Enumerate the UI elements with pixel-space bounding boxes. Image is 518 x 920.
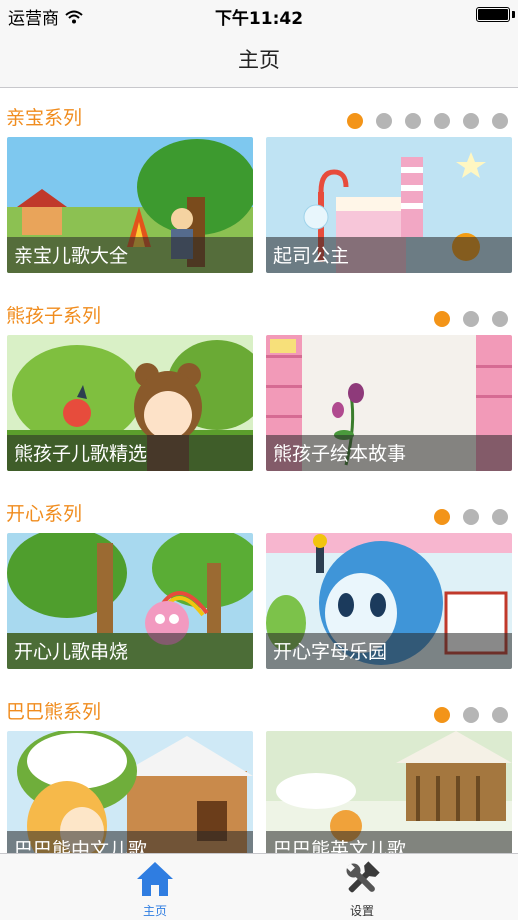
- section-title: 开心系列: [6, 503, 83, 525]
- album-title: 巴巴熊英文儿歌: [273, 839, 407, 853]
- album-card-xionghaizi-songs[interactable]: 熊孩子儿歌精选: [7, 335, 253, 471]
- page-dot[interactable]: [376, 113, 392, 129]
- page-dot[interactable]: [492, 509, 508, 525]
- status-time: 下午11:42: [214, 9, 304, 29]
- album-card-cheese-princess[interactable]: 起司公主: [266, 137, 512, 273]
- page-indicator[interactable]: [347, 113, 508, 129]
- navigation-bar: 主页: [0, 28, 518, 88]
- album-card-babaxiong-chinese[interactable]: 巴巴熊中文儿歌: [7, 731, 253, 853]
- section-qinbao: 亲宝系列 亲宝儿歌大全 起司公主: [0, 89, 518, 287]
- album-title: 熊孩子绘本故事: [273, 443, 407, 465]
- status-bar: 运营商 下午11:42: [0, 0, 518, 29]
- tab-home[interactable]: 主页: [95, 860, 215, 918]
- page-title: 主页: [238, 48, 280, 72]
- page-indicator[interactable]: [434, 707, 508, 723]
- page-dot[interactable]: [463, 707, 479, 723]
- album-card-kaixin-alphabet[interactable]: 开心字母乐园: [266, 533, 512, 669]
- section-babaxiong: 巴巴熊系列 巴巴熊中文儿歌 巴巴熊英文儿歌: [0, 683, 518, 853]
- tab-settings[interactable]: 设置: [302, 860, 422, 918]
- page-dot[interactable]: [463, 509, 479, 525]
- page-dot[interactable]: [463, 311, 479, 327]
- tab-label: 设置: [349, 904, 374, 918]
- album-title: 起司公主: [273, 245, 350, 267]
- section-title: 亲宝系列: [6, 107, 83, 129]
- section-title: 巴巴熊系列: [6, 701, 102, 723]
- home-content[interactable]: 亲宝系列 亲宝儿歌大全 起司公主 熊孩子系列 熊孩子儿歌精选 熊孩子绘本故事 开…: [0, 89, 518, 853]
- home-icon: [137, 862, 173, 896]
- album-title: 熊孩子儿歌精选: [14, 443, 148, 465]
- album-title: 开心字母乐园: [273, 641, 388, 663]
- tools-icon: [346, 861, 380, 893]
- page-indicator[interactable]: [434, 509, 508, 525]
- section-title: 熊孩子系列: [6, 305, 102, 327]
- page-dot[interactable]: [434, 113, 450, 129]
- page-indicator[interactable]: [434, 311, 508, 327]
- album-title: 开心儿歌串烧: [14, 641, 129, 663]
- page-dot[interactable]: [405, 113, 421, 129]
- page-dot[interactable]: [463, 113, 479, 129]
- tab-bar: 主页 设置: [0, 853, 518, 920]
- page-dot[interactable]: [434, 509, 450, 525]
- album-card-qinbao-songs[interactable]: 亲宝儿歌大全: [7, 137, 253, 273]
- tab-label: 主页: [142, 904, 167, 918]
- page-dot[interactable]: [434, 311, 450, 327]
- album-title: 巴巴熊中文儿歌: [14, 839, 148, 853]
- page-dot[interactable]: [347, 113, 363, 129]
- album-card-xionghaizi-stories[interactable]: 熊孩子绘本故事: [266, 335, 512, 471]
- album-card-babaxiong-english[interactable]: 巴巴熊英文儿歌: [266, 731, 512, 853]
- page-dot[interactable]: [492, 707, 508, 723]
- battery-icon: [476, 7, 510, 22]
- section-xionghaizi: 熊孩子系列 熊孩子儿歌精选 熊孩子绘本故事: [0, 287, 518, 485]
- page-dot[interactable]: [434, 707, 450, 723]
- battery-tip: [512, 11, 515, 18]
- section-kaixin: 开心系列 开心儿歌串烧 开心字母乐园: [0, 485, 518, 683]
- page-dot[interactable]: [492, 113, 508, 129]
- album-title: 亲宝儿歌大全: [14, 245, 129, 267]
- album-card-kaixin-songs[interactable]: 开心儿歌串烧: [7, 533, 253, 669]
- page-dot[interactable]: [492, 311, 508, 327]
